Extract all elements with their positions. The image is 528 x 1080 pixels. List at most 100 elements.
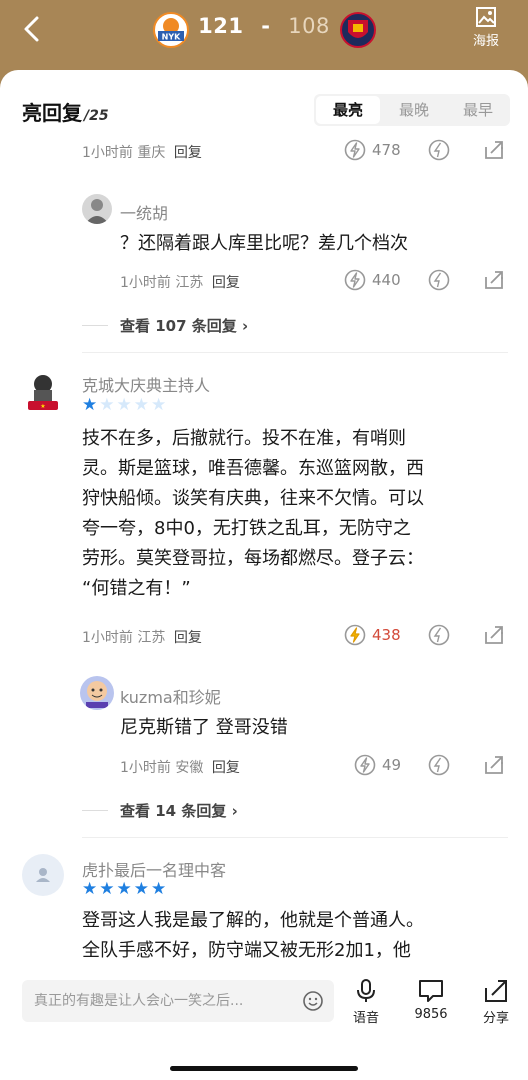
section-title-text: 亮回复 — [22, 101, 82, 125]
comment-line: 技不在多，后撤就行。投不在准，有哨则 — [82, 428, 406, 449]
view-replies-button[interactable]: 查看 14 条回复 › — [120, 800, 238, 821]
top-bar: NYK 121 - 108 海报 — [0, 0, 528, 72]
home-indicator — [170, 1066, 358, 1071]
star-filled-icon: ★ — [151, 879, 167, 899]
comment-count: 9856 — [414, 1007, 448, 1022]
like-count: 49 — [382, 756, 402, 774]
default-user-icon — [36, 868, 50, 882]
comment-text: 技不在多，后撤就行。投不在准，有哨则 灵。斯是篮球，唯吾德馨。东巡篮网散，西 狩… — [82, 424, 512, 604]
share-icon — [485, 980, 507, 1002]
comment-line: “何错之有！” — [82, 578, 191, 599]
meta-time: 1小时前 — [82, 630, 133, 646]
username[interactable]: 虎扑最后一名理中客 — [82, 857, 226, 881]
divider — [82, 352, 508, 353]
username[interactable]: kuzma和珍妮 — [120, 684, 221, 708]
meta-time: 1小时前 — [120, 275, 171, 291]
microphone-icon — [357, 979, 375, 1002]
meta-location: 江苏 — [175, 275, 204, 291]
reply-link[interactable]: 回复 — [212, 760, 240, 776]
dislike-icon[interactable] — [428, 269, 450, 291]
avatar[interactable] — [22, 854, 64, 896]
avatar[interactable] — [80, 676, 114, 710]
meta-location: 江苏 — [137, 630, 166, 646]
star-filled-icon: ★ — [116, 879, 132, 899]
divider — [82, 837, 508, 838]
comments-button[interactable]: 9856 — [408, 978, 454, 1022]
view-replies-label: 查看 107 条回复 — [120, 317, 237, 335]
comment-line: 灵。斯是篮球，唯吾德馨。东巡篮网散，西 — [82, 458, 424, 479]
share-icon[interactable] — [483, 754, 505, 776]
like-button[interactable]: 49 — [354, 754, 401, 776]
divider — [82, 810, 108, 811]
shield-icon — [348, 20, 368, 38]
avatar[interactable] — [82, 194, 112, 224]
comment-text: 尼克斯错了 登哥没错 — [120, 717, 288, 738]
reply-link[interactable]: 回复 — [174, 630, 202, 646]
share-icon[interactable] — [483, 139, 505, 161]
emoji-icon[interactable] — [302, 990, 324, 1012]
comment-text: 登哥这人我是最了解的，他就是个普通人。 全队手感不好，防守端又被无形2加1，他 — [82, 906, 512, 966]
like-button-active[interactable]: 438 — [344, 624, 401, 646]
voice-label: 语音 — [352, 1011, 379, 1026]
lightning-icon — [344, 269, 366, 291]
rating-stars: ★ ★ ★ ★ ★ — [82, 880, 166, 898]
divider — [82, 325, 108, 326]
poster-label: 海报 — [472, 34, 499, 49]
comment-bubble-icon — [419, 980, 443, 1002]
like-count: 438 — [372, 626, 401, 644]
like-count: 478 — [372, 141, 401, 159]
like-button[interactable]: 478 — [344, 139, 401, 161]
view-replies-button[interactable]: 查看 107 条回复 › — [120, 315, 248, 336]
dislike-icon[interactable] — [428, 624, 450, 646]
comment-line: 狩快船倾。谈笑有庆典，往来不欠情。可以 — [82, 488, 424, 509]
rating-stars: ★ ★ ★ ★ ★ — [82, 396, 166, 414]
reply-link[interactable]: 回复 — [174, 145, 202, 161]
comment-meta: 1小时前 江苏 回复 — [82, 627, 202, 647]
comment-line: 劳形。莫笑登哥拉，每场都燃尽。登子云： — [82, 548, 424, 569]
star-filled-icon: ★ — [133, 879, 149, 899]
view-replies-label: 查看 14 条回复 — [120, 802, 227, 820]
meta-time: 1小时前 — [120, 760, 171, 776]
reply-link[interactable]: 回复 — [212, 275, 240, 291]
lightning-icon — [354, 754, 376, 776]
away-team-logo[interactable] — [340, 12, 376, 48]
share-label: 分享 — [482, 1011, 509, 1026]
score-display: 121 - 108 — [0, 14, 528, 38]
tab-latest[interactable]: 最晚 — [382, 94, 446, 126]
share-icon[interactable] — [483, 624, 505, 646]
input-placeholder: 真正的有趣是让人会心一笑之后... — [34, 993, 244, 1009]
voice-button[interactable]: 语音 — [343, 978, 389, 1026]
chevron-right-icon: › — [231, 802, 238, 820]
away-score: 108 — [288, 14, 330, 38]
like-button[interactable]: 440 — [344, 269, 401, 291]
star-empty-icon: ★ — [133, 395, 149, 415]
home-score: 121 — [198, 14, 244, 38]
section-title: 亮回复/25 — [22, 97, 109, 126]
username[interactable]: 一统胡 — [120, 200, 168, 224]
dislike-icon[interactable] — [428, 754, 450, 776]
comment-meta: 1小时前 重庆 回复 — [82, 142, 202, 162]
lightning-icon — [344, 139, 366, 161]
section-count: /25 — [84, 108, 109, 124]
comment-meta: 1小时前 江苏 回复 — [120, 272, 240, 292]
mascot-icon: ★ — [28, 375, 58, 410]
star-filled-icon: ★ — [82, 395, 98, 415]
share-icon[interactable] — [483, 269, 505, 291]
chevron-right-icon: › — [242, 317, 249, 335]
comment-line: 全队手感不好，防守端又被无形2加1，他 — [82, 940, 411, 961]
meta-time: 1小时前 — [82, 145, 133, 161]
bottom-bar: 真正的有趣是让人会心一笑之后... 语音 9856 分享 — [0, 970, 528, 1080]
svg-text:★: ★ — [40, 403, 45, 410]
share-button[interactable]: 分享 — [473, 978, 519, 1026]
username[interactable]: 克城大庆典主持人 — [82, 372, 210, 396]
lightning-active-icon — [344, 624, 366, 646]
meta-location: 重庆 — [137, 145, 166, 161]
comment-input[interactable]: 真正的有趣是让人会心一笑之后... — [22, 980, 334, 1022]
poster-button[interactable]: 海报 — [466, 6, 506, 49]
like-count: 440 — [372, 271, 401, 289]
tab-earliest[interactable]: 最早 — [446, 94, 510, 126]
dislike-icon[interactable] — [428, 139, 450, 161]
meta-location: 安徽 — [175, 760, 204, 776]
avatar[interactable]: ★ — [22, 370, 64, 412]
tab-hottest[interactable]: 最亮 — [316, 96, 380, 124]
